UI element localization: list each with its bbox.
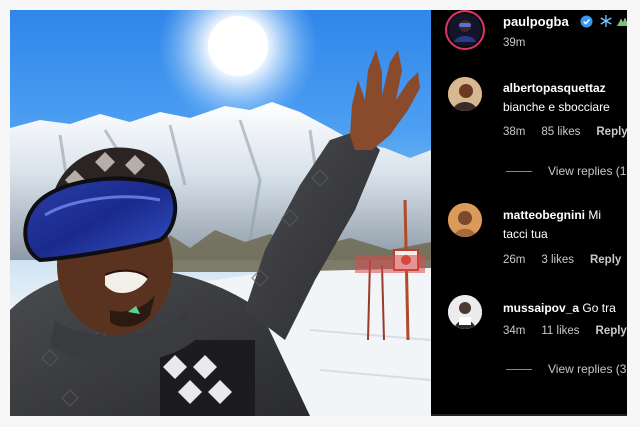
comment-time: 34m [503,325,526,337]
comment-username[interactable]: matteobegnini Mi [503,208,601,222]
comment-username-text[interactable]: mussaipov_a [503,301,579,315]
comment-username[interactable]: mussaipov_a Go tra [503,301,616,315]
reply-button[interactable]: Reply [596,325,627,337]
comment-avatar[interactable] [448,203,482,237]
comment-likes[interactable]: 85 likes [541,126,580,138]
panel-bottom-divider [431,414,627,416]
comment-avatar[interactable] [448,77,482,111]
view-replies-button[interactable]: View replies (1 [506,164,626,178]
comment-time: 38m [503,126,526,138]
comment-avatar[interactable] [448,295,482,329]
avatar-photo-icon [448,295,482,329]
comment-username-text[interactable]: matteobegnini [503,208,585,222]
comment-likes[interactable]: 11 likes [541,325,579,337]
comment-likes[interactable]: 3 likes [541,254,574,266]
verified-badge-icon [580,15,593,28]
comment-text: bianche e sbocciare [503,100,610,114]
avatar-photo-icon [448,77,482,111]
avatar-photo-icon [448,203,482,237]
reply-button[interactable]: Reply [590,254,621,266]
post-author-avatar[interactable] [445,10,485,50]
reply-button[interactable]: Reply [596,126,627,138]
post-author-username[interactable]: paulpogba [503,14,569,29]
screenshot-frame: paulpogba 39m albertopasquettaz bianche … [0,0,640,427]
comment-text-inline: Mi [588,208,602,222]
post-photo [10,10,431,416]
raised-hand [350,50,420,150]
comment-meta: 26m 3 likes Reply [503,254,627,266]
comment-text-inline: Go tra [582,301,616,315]
comment-meta: 34m 11 likes Reply [503,325,627,337]
comment-username[interactable]: albertopasquettaz [503,81,606,95]
comments-panel: paulpogba 39m albertopasquettaz bianche … [431,10,627,416]
post-time: 39m [503,37,526,49]
mountain-icon [617,18,627,26]
comment-text: tacci tua [503,227,548,241]
comment-meta: 38m 85 likes Reply [503,126,627,138]
view-replies-button[interactable]: View replies (3 [506,362,626,376]
snowflake-icon [600,15,612,27]
avatar-photo-icon [449,14,481,46]
comment-time: 26m [503,254,526,266]
